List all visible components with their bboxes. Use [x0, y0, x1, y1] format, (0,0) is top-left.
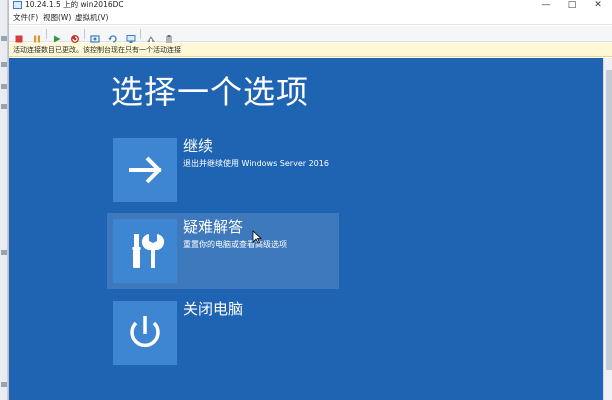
toolbar: [9, 26, 612, 43]
host-edge-mark: [1, 62, 7, 67]
pause-button[interactable]: [32, 29, 42, 43]
page-title: 选择一个选项: [111, 73, 310, 111]
checkpoint-button[interactable]: [90, 29, 100, 43]
option-shutdown-title: 关闭电脑: [183, 300, 244, 318]
menu-virtual-machine[interactable]: 虚拟机(V): [75, 13, 108, 23]
host-edge-mark: [1, 36, 7, 41]
option-shutdown[interactable]: 关闭电脑: [107, 295, 339, 371]
title-bar[interactable]: 10.24.1.5 上的 win2016DC — □ ✕: [9, 0, 612, 11]
window-title: 10.24.1.5 上的 win2016DC: [25, 0, 124, 9]
option-continue-title: 继续: [183, 137, 214, 155]
mouse-pointer-icon: [252, 230, 262, 244]
menu-bar: 文件(F) 视图(W) 虚拟机(V): [9, 11, 612, 25]
host-edge-mark: [1, 84, 7, 89]
option-tile: [113, 301, 177, 365]
menu-view[interactable]: 视图(W): [43, 13, 71, 23]
toolbar-separator: [84, 29, 85, 39]
toolbar-separator: [140, 29, 141, 39]
vm-connection-window: 10.24.1.5 上的 win2016DC — □ ✕ 文件(F) 视图(W)…: [8, 0, 612, 400]
stop-button[interactable]: [14, 29, 24, 43]
clipboard-button[interactable]: [164, 29, 174, 43]
close-button[interactable]: ✕: [589, 0, 607, 11]
vertical-scrollbar[interactable]: [603, 58, 612, 400]
toolbar-separator: [46, 29, 47, 39]
option-continue[interactable]: 继续 退出并继续使用 Windows Server 2016: [107, 132, 339, 208]
host-edge-mark: [1, 104, 7, 109]
enhanced-session-button[interactable]: [126, 29, 136, 43]
scrollbar-thumb[interactable]: [606, 70, 612, 370]
maximize-button[interactable]: □: [563, 0, 581, 11]
option-troubleshoot[interactable]: 疑难解答 重置你的电脑或查看高级选项: [107, 213, 339, 289]
option-tile: [113, 219, 177, 283]
menu-file[interactable]: 文件(F): [13, 13, 38, 23]
reset-button[interactable]: [70, 29, 80, 43]
power-icon: [130, 316, 160, 348]
guest-screen[interactable]: 选择一个选项 继续 退出并继续使用 Windows Server 2016 疑难…: [9, 58, 603, 400]
option-tile: [113, 138, 177, 202]
option-troubleshoot-title: 疑难解答: [183, 218, 244, 236]
notification-text: 活动连接数目已更改。该控制台现在只有一个活动连接: [13, 46, 181, 54]
tools-icon: [132, 234, 165, 268]
option-continue-description: 退出并继续使用 Windows Server 2016: [183, 159, 329, 168]
minimize-button[interactable]: —: [537, 0, 555, 11]
host-window-edge: [0, 0, 8, 400]
host-edge-mark: [1, 250, 7, 255]
start-button[interactable]: [52, 29, 62, 43]
arrow-right-icon: [129, 156, 162, 184]
vm-app-icon: [13, 1, 22, 9]
host-edge-mark: [1, 382, 7, 387]
notification-bar: 活动连接数目已更改。该控制台现在只有一个活动连接: [9, 43, 612, 57]
share-button[interactable]: [146, 29, 156, 42]
revert-button[interactable]: [108, 29, 118, 43]
